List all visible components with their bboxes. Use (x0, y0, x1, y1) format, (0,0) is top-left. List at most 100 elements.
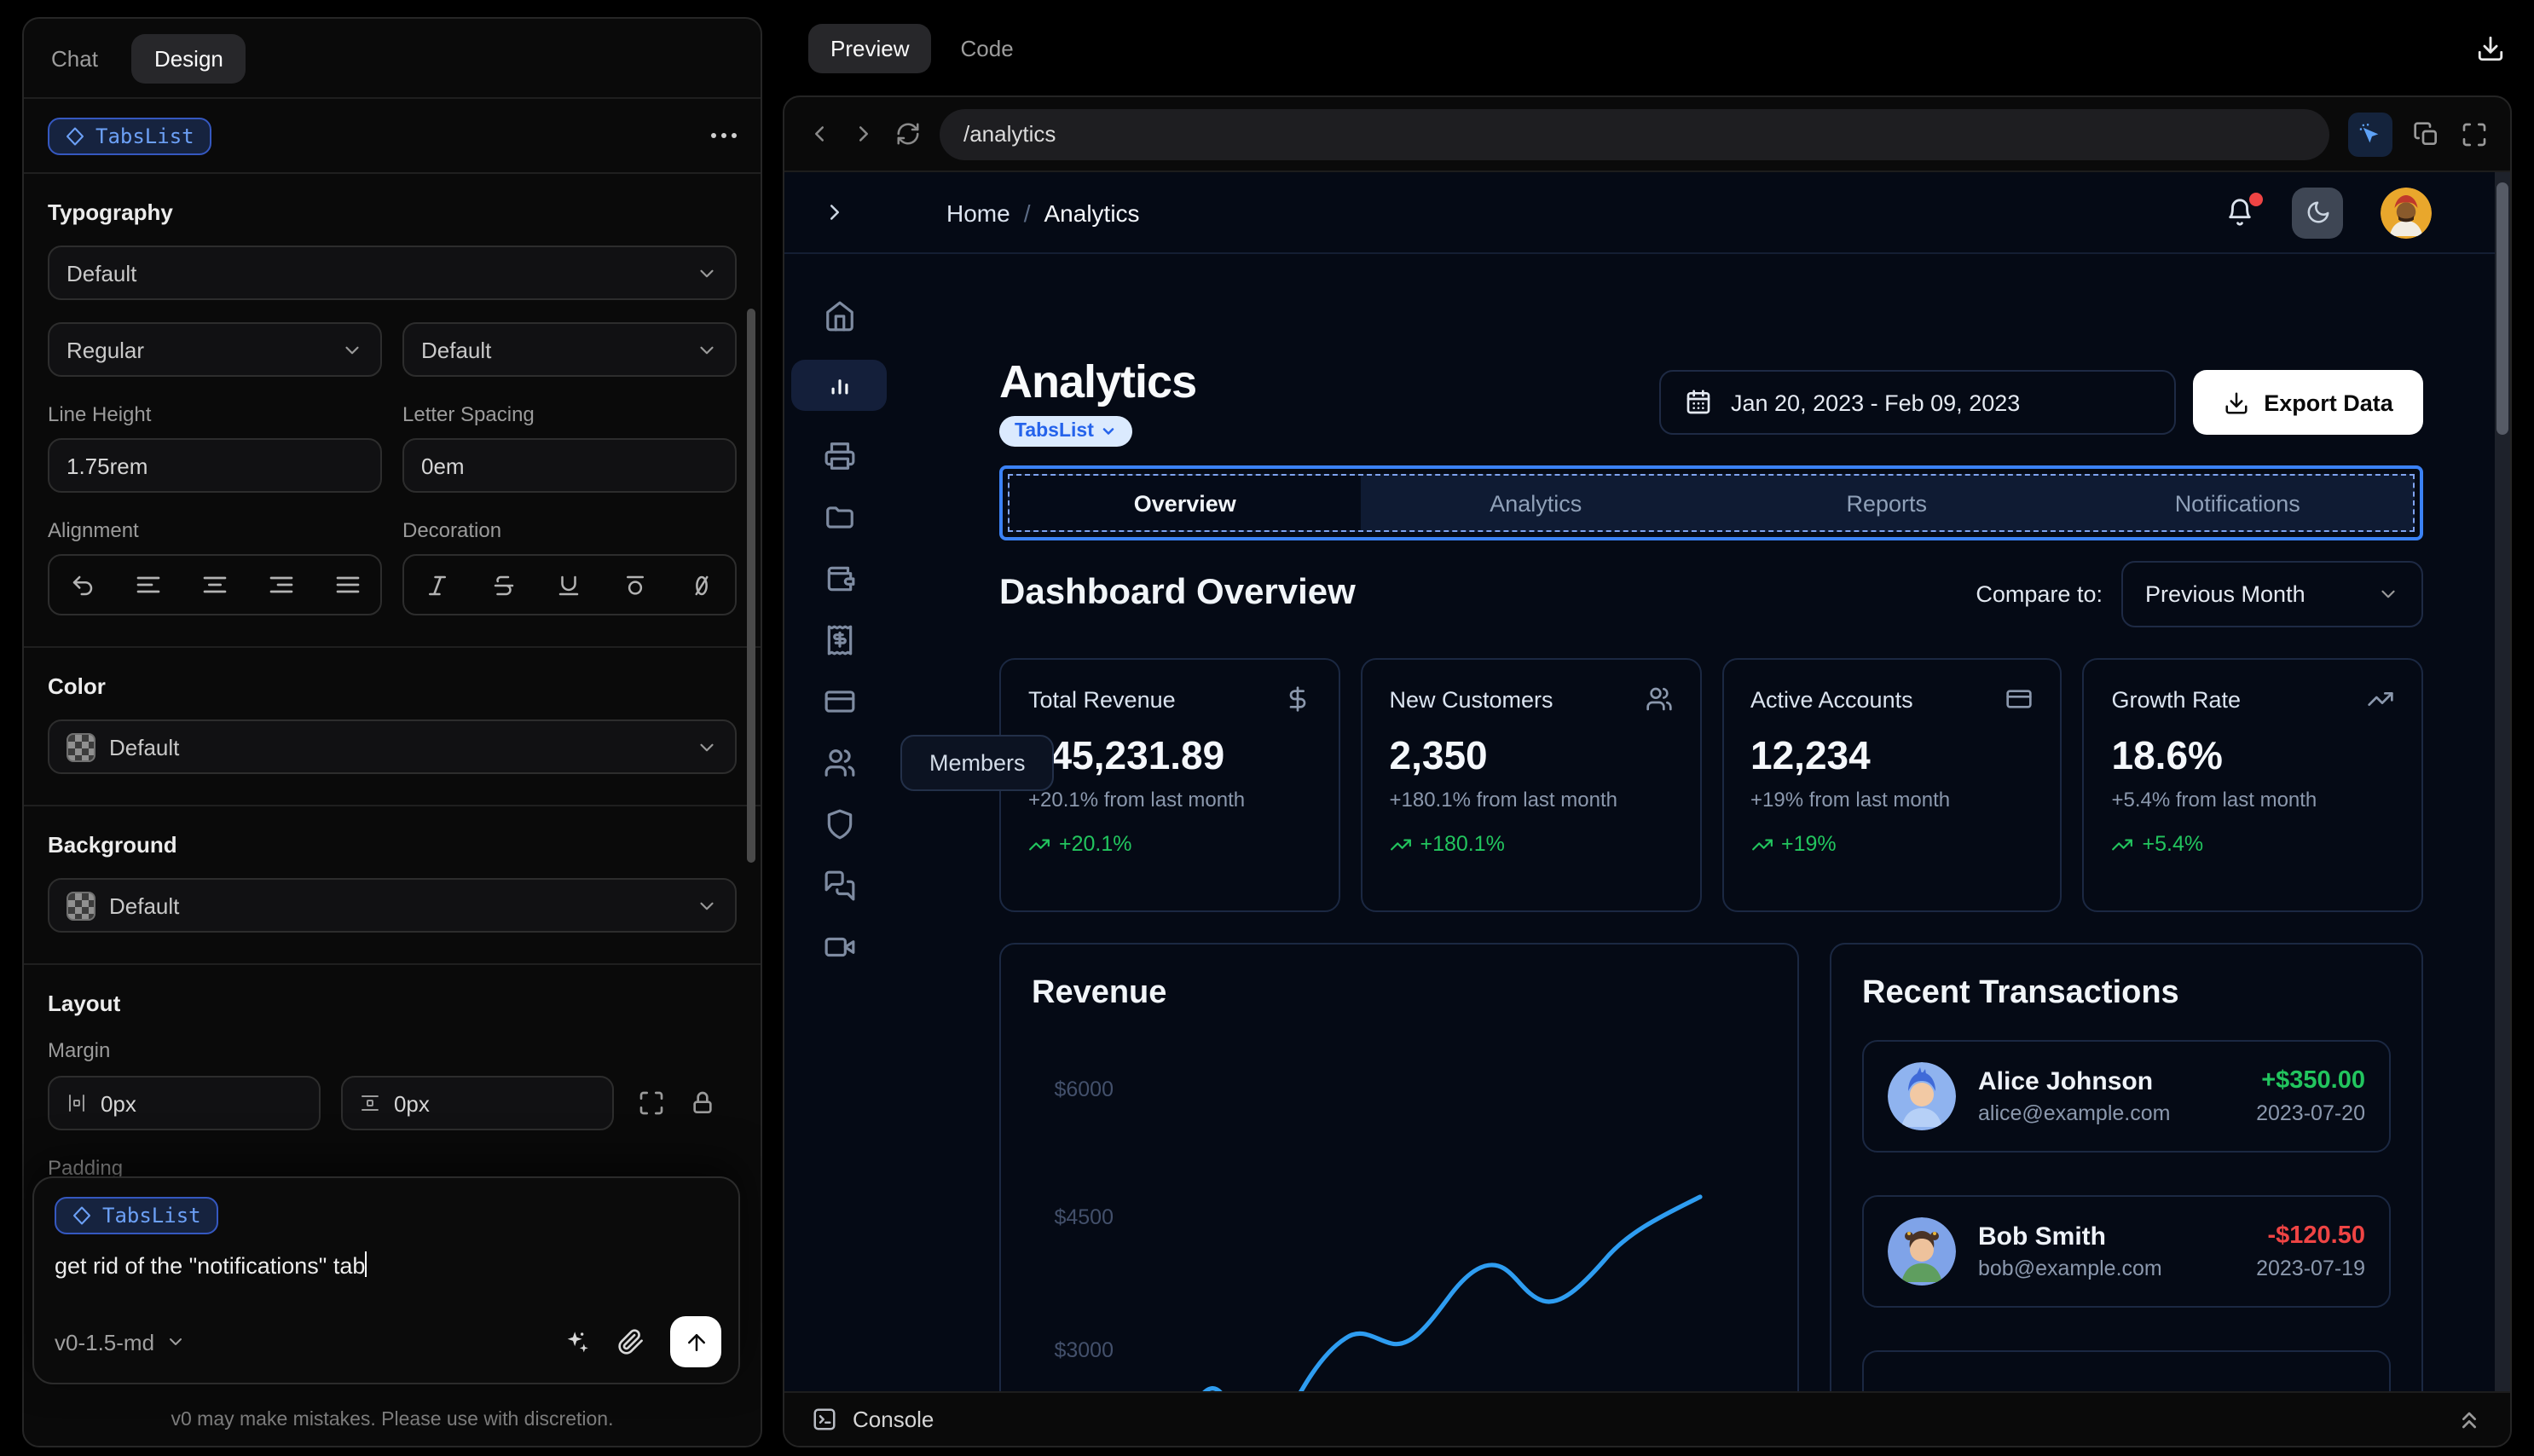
font-weight-select[interactable]: Regular (48, 322, 382, 377)
tab-reports[interactable]: Reports (1711, 476, 2062, 530)
letter-spacing-input[interactable] (421, 453, 718, 478)
url-input[interactable]: /analytics (940, 108, 2329, 159)
send-button[interactable] (670, 1316, 721, 1367)
fullscreen-icon[interactable] (2461, 120, 2488, 147)
background-select[interactable]: Default (48, 878, 737, 933)
prompt-text[interactable]: get rid of the "notifications" tab (55, 1251, 718, 1279)
lock-icon[interactable] (689, 1089, 716, 1117)
sidebar-scrollbar[interactable] (747, 309, 755, 863)
overline-icon[interactable] (616, 564, 657, 605)
more-options-icon[interactable] (711, 133, 737, 138)
nav-analytics-icon[interactable] (791, 360, 887, 411)
back-icon[interactable] (807, 121, 832, 147)
transaction-date: 2023-07-20 (2256, 1101, 2365, 1125)
viewport-scrollbar-thumb[interactable] (2496, 182, 2508, 435)
prompt-composer[interactable]: TabsList get rid of the "notifications" … (32, 1176, 740, 1384)
export-data-button[interactable]: Export Data (2193, 370, 2423, 435)
date-range-picker[interactable]: Jan 20, 2023 - Feb 09, 2023 (1659, 370, 2176, 435)
forward-icon[interactable] (851, 121, 876, 147)
expand-icon[interactable] (638, 1089, 665, 1117)
theme-toggle[interactable] (2292, 187, 2343, 238)
moon-icon (2306, 201, 2329, 223)
composer-component-chip[interactable]: TabsList (55, 1197, 218, 1234)
font-size-select[interactable]: Default (402, 322, 737, 377)
color-label: Color (48, 673, 106, 699)
color-select[interactable]: Default (48, 719, 737, 774)
tab-code[interactable]: Code (961, 36, 1014, 61)
align-justify-icon[interactable] (327, 564, 367, 605)
copy-icon[interactable] (2413, 120, 2440, 147)
compare-label: Compare to: (1976, 581, 2103, 606)
italic-icon[interactable] (417, 564, 458, 605)
tab-chat[interactable]: Chat (51, 45, 98, 71)
nav-credit-card-icon[interactable] (791, 684, 887, 718)
font-family-select[interactable]: Default (48, 246, 737, 300)
align-right-icon[interactable] (261, 564, 302, 605)
calendar-icon (1686, 390, 1710, 414)
alignment-label: Alignment (48, 518, 139, 542)
breadcrumb-home[interactable]: Home (946, 199, 1010, 226)
margin-y-field[interactable] (341, 1076, 614, 1130)
sidebar-tabbar: Chat Design (24, 19, 761, 99)
paperclip-icon[interactable] (617, 1328, 645, 1355)
margin-y-input[interactable] (393, 1090, 595, 1116)
title-component-chip[interactable]: TabsList (999, 416, 1133, 447)
nav-receipt-icon[interactable] (791, 622, 887, 656)
tab-preview[interactable]: Preview (808, 24, 932, 73)
no-decoration-icon[interactable] (681, 564, 722, 605)
underline-icon[interactable] (549, 564, 590, 605)
align-center-icon[interactable] (194, 564, 235, 605)
nav-members-icon[interactable] (791, 745, 887, 779)
tab-overview[interactable]: Overview (1010, 476, 1361, 530)
tab-notifications[interactable]: Notifications (2062, 476, 2414, 530)
align-left-icon[interactable] (128, 564, 169, 605)
inspect-cursor-icon[interactable] (2348, 112, 2392, 156)
selected-component-chip[interactable]: TabsList (48, 117, 211, 154)
sidebar-toggle-icon[interactable] (822, 199, 848, 225)
user-avatar[interactable] (2381, 187, 2432, 238)
refresh-icon[interactable] (895, 121, 921, 147)
nav-folder-icon[interactable] (791, 500, 887, 534)
notification-dot (2249, 193, 2263, 206)
console-bar[interactable]: Console (784, 1391, 2510, 1446)
diamond-icon (73, 1206, 90, 1225)
line-height-label: Line Height (48, 402, 152, 426)
background-label: Background (48, 832, 177, 858)
transaction-row: Alice Johnson alice@example.com +$350.00… (1862, 1040, 2391, 1153)
typography-section: Typography Default Regular Default Line … (24, 174, 761, 648)
download-icon[interactable] (2476, 34, 2505, 63)
notifications-bell[interactable] (2225, 193, 2263, 227)
text-caret (365, 1251, 367, 1277)
compare-select[interactable]: Previous Month (2121, 560, 2423, 627)
margin-x-field[interactable] (48, 1076, 321, 1130)
viewport-scrollbar[interactable] (2495, 172, 2510, 1391)
nav-video-icon[interactable] (791, 929, 887, 963)
margin-x-input[interactable] (100, 1090, 302, 1116)
strikethrough-icon[interactable] (483, 564, 524, 605)
transaction-avatar (1888, 1217, 1956, 1286)
line-height-input[interactable] (67, 453, 363, 478)
tab-analytics[interactable]: Analytics (1361, 476, 1712, 530)
nav-home-icon[interactable] (791, 298, 887, 332)
background-section: Background Default (24, 806, 761, 965)
tab-design[interactable]: Design (131, 33, 246, 83)
line-height-field[interactable] (48, 438, 382, 493)
app-viewport: Home / Analytics Members Analytics TabsL… (784, 172, 2510, 1391)
dollar-sign-icon (1289, 686, 1305, 712)
nav-printer-icon[interactable] (791, 438, 887, 472)
decoration-label: Decoration (402, 518, 502, 542)
margin-vertical-icon (361, 1095, 379, 1111)
letter-spacing-field[interactable] (402, 438, 737, 493)
browser-bar: /analytics (784, 97, 2510, 172)
transaction-amount: +$350.00 (2261, 1067, 2365, 1095)
sparkles-icon[interactable] (563, 1327, 592, 1356)
undo-icon[interactable] (62, 564, 103, 605)
chevrons-up-icon[interactable] (2456, 1406, 2483, 1433)
margin-label: Margin (48, 1038, 111, 1062)
margin-horizontal-icon (68, 1095, 84, 1112)
nav-messages-icon[interactable] (791, 868, 887, 902)
nav-security-icon[interactable] (791, 806, 887, 841)
nav-wallet-icon[interactable] (791, 561, 887, 595)
color-section: Color Default (24, 648, 761, 806)
model-selector[interactable]: v0-1.5-md (55, 1329, 185, 1355)
